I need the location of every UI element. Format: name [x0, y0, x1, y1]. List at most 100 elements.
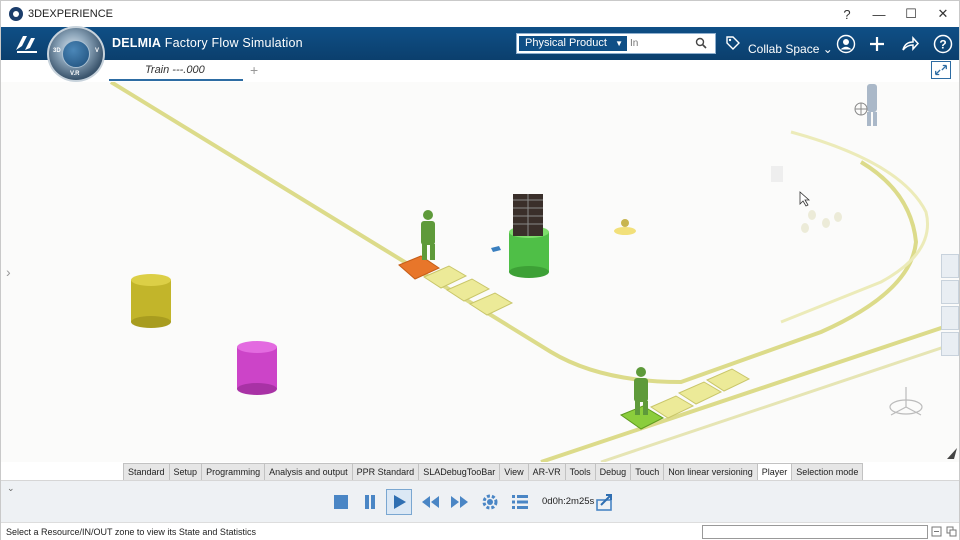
resize-grip-icon: [947, 448, 957, 459]
small-part: [491, 246, 501, 252]
power-input-icon[interactable]: [931, 526, 942, 537]
tab-view[interactable]: View: [499, 463, 529, 480]
app-name: DELMIA Factory Flow Simulation: [112, 36, 303, 50]
tab-ar-vr[interactable]: AR-VR: [527, 463, 566, 480]
collapse-arrow-icon[interactable]: ⌄: [7, 483, 15, 494]
user-profile-icon[interactable]: [836, 34, 856, 54]
application-window: 3DEXPERIENCE ? — ☐ ✕ DELMIA Factory Flow…: [0, 0, 960, 540]
chevron-down-icon: ▼: [615, 39, 623, 48]
help-icon[interactable]: ?: [933, 34, 953, 54]
player-toolbar: ⌄ 0d0h:2m25s: [1, 480, 959, 522]
compass-widget[interactable]: 3D V V.R: [47, 26, 105, 82]
compass-3d-label: 3D: [53, 48, 61, 54]
top-bar: DELMIA Factory Flow Simulation Physical …: [1, 27, 959, 60]
tab-sladebug[interactable]: SLADebugTooBar: [418, 463, 501, 480]
left-panel-toggle-icon[interactable]: ›: [6, 264, 11, 280]
status-message: Select a Resource/IN/OUT zone to view it…: [6, 527, 256, 537]
track-lower-rail: [600, 340, 959, 462]
factory-scene[interactable]: [1, 82, 959, 462]
pause-button[interactable]: [357, 489, 383, 515]
stop-icon: [334, 495, 348, 509]
pause-icon: [365, 495, 375, 509]
tab-setup[interactable]: Setup: [168, 463, 203, 480]
action-bar-tabs: Standard Setup Programming Analysis and …: [123, 463, 864, 480]
layout-icon[interactable]: [941, 332, 959, 356]
conveyor-upper[interactable]: [422, 265, 514, 316]
search-box: Physical Product ▼: [516, 33, 716, 54]
tab-ppr-standard[interactable]: PPR Standard: [351, 463, 420, 480]
tab-non-linear-versioning[interactable]: Non linear versioning: [663, 463, 758, 480]
stop-button[interactable]: [328, 489, 354, 515]
export-icon: [596, 494, 612, 511]
search-scope-label: Physical Product: [525, 37, 607, 49]
expand-icon[interactable]: [931, 61, 951, 79]
tab-player[interactable]: Player: [756, 463, 793, 480]
window-title: 3DEXPERIENCE: [28, 8, 113, 20]
render-icon[interactable]: [941, 306, 959, 330]
add-tab-button[interactable]: +: [250, 62, 258, 78]
compass-vr-label: V.R: [70, 71, 80, 77]
tab-debug[interactable]: Debug: [594, 463, 632, 480]
compass-center[interactable]: [62, 40, 90, 68]
search-input[interactable]: [630, 36, 690, 51]
help-button[interactable]: ?: [831, 1, 863, 27]
tab-label: Train ---.000: [145, 64, 205, 76]
dassault-systemes-logo-icon[interactable]: [13, 32, 41, 54]
magenta-cylinder[interactable]: [237, 341, 277, 395]
green-cylinder-buffer[interactable]: [509, 194, 549, 278]
tag-icon[interactable]: [725, 35, 741, 51]
elapsed-time: 0d0h:2m25s: [542, 496, 595, 507]
axis-triad-icon: [889, 387, 923, 416]
mouse-cursor-icon: [799, 191, 811, 207]
close-button[interactable]: ✕: [927, 1, 959, 27]
source-head: [621, 219, 629, 227]
status-bar: Select a Resource/IN/OUT zone to view it…: [1, 522, 959, 540]
fast-forward-button[interactable]: [447, 489, 473, 515]
minimize-button[interactable]: —: [863, 1, 895, 27]
maximize-button[interactable]: ☐: [895, 1, 927, 27]
tab-touch[interactable]: Touch: [630, 463, 665, 480]
tab-analysis-and-output[interactable]: Analysis and output: [264, 463, 353, 480]
tab-standard[interactable]: Standard: [123, 463, 170, 480]
rewind-button[interactable]: [417, 489, 443, 515]
tab-programming[interactable]: Programming: [201, 463, 266, 480]
search-scope-dropdown[interactable]: Physical Product ▼: [519, 36, 627, 51]
window-controls: ? — ☐ ✕: [831, 1, 959, 27]
rewind-icon: [422, 496, 439, 508]
collab-space-dropdown[interactable]: Collab Space ⌄: [748, 42, 833, 56]
collab-space-label: Collab Space: [748, 42, 820, 56]
operator-upper[interactable]: [421, 210, 435, 260]
list-icon: [512, 495, 528, 509]
3dexperience-logo-icon: [9, 7, 23, 21]
tab-selection-mode[interactable]: Selection mode: [791, 463, 864, 480]
far-operator: [867, 84, 877, 126]
export-button[interactable]: [592, 489, 618, 515]
settings-button[interactable]: [477, 489, 503, 515]
tab-train[interactable]: Train ---.000: [109, 60, 243, 81]
app-product: Factory Flow Simulation: [161, 36, 303, 50]
right-tool-column: [941, 254, 959, 358]
play-button[interactable]: [386, 489, 412, 515]
settings-icon: [482, 494, 498, 510]
camera-icon[interactable]: [941, 280, 959, 304]
fast-forward-icon: [451, 496, 468, 508]
svg-text:?: ?: [939, 38, 946, 52]
track-lower: [540, 320, 959, 462]
document-tab-strip: Train ---.000 +: [1, 60, 959, 82]
play-icon: [394, 495, 406, 509]
list-button[interactable]: [507, 489, 533, 515]
tab-tools[interactable]: Tools: [564, 463, 596, 480]
title-bar: 3DEXPERIENCE ? — ☐ ✕: [1, 1, 959, 27]
command-input[interactable]: [702, 525, 928, 539]
app-brand: DELMIA: [112, 36, 162, 50]
robot-icon: [854, 102, 868, 116]
add-icon[interactable]: [867, 34, 887, 54]
search-icon[interactable]: [695, 37, 707, 49]
window-mode-icon[interactable]: [946, 526, 957, 537]
share-icon[interactable]: [900, 34, 920, 54]
3d-viewport[interactable]: ›: [1, 82, 959, 462]
chevron-down-icon: ⌄: [822, 42, 833, 56]
source-disk[interactable]: [614, 227, 636, 235]
yellow-cylinder[interactable]: [131, 274, 171, 328]
video-icon[interactable]: [941, 254, 959, 278]
